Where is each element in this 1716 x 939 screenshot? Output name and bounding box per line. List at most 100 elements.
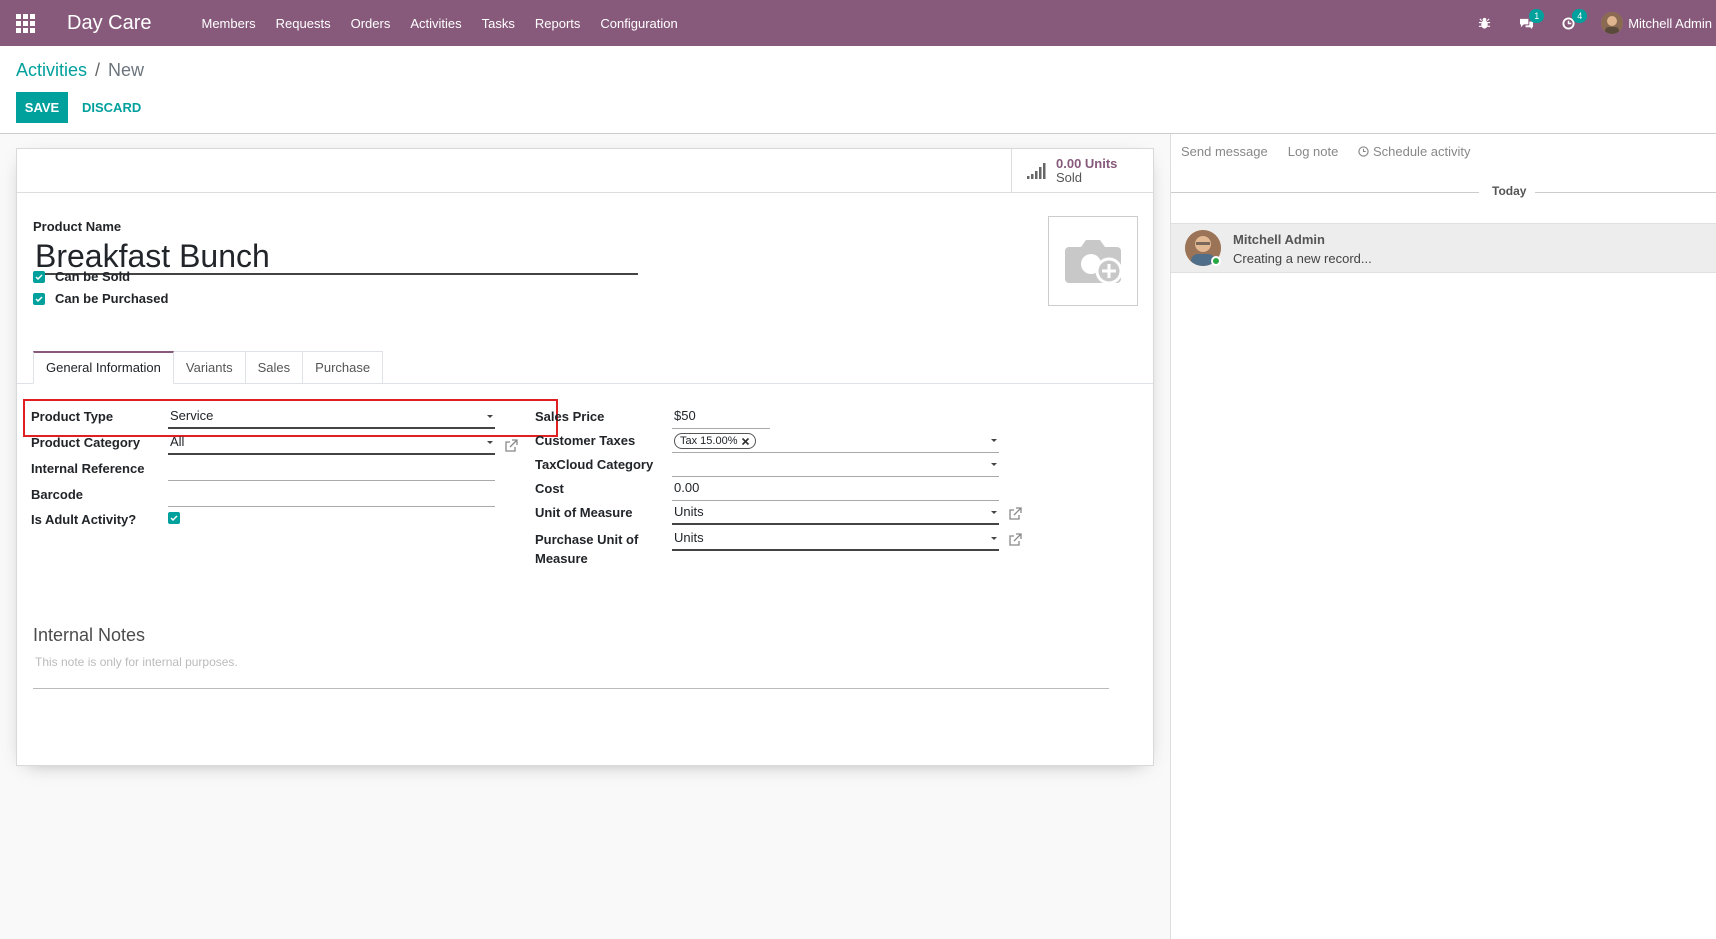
chatter-panel: Send message Log note Schedule activity … [1170, 134, 1716, 939]
product-name-label: Product Name [33, 219, 122, 234]
apps-menu-icon[interactable] [0, 0, 50, 46]
messages-badge: 1 [1529, 8, 1545, 23]
barcode-label: Barcode [31, 487, 84, 502]
chevron-down-icon [991, 511, 997, 514]
purchase-uom-label: Purchase Unit of Measure [535, 530, 638, 568]
external-link-icon[interactable] [1008, 507, 1022, 521]
schedule-activity-label: Schedule activity [1372, 144, 1471, 159]
can-be-purchased-row[interactable]: Can be Purchased [33, 291, 168, 306]
menu-reports[interactable]: Reports [525, 16, 591, 31]
tax-tag-label: Tax 15.00% [680, 435, 738, 447]
breadcrumb-activities[interactable]: Activities [16, 60, 87, 81]
form-sheet: 0.00 Units Sold Product Name Breakfast B… [16, 148, 1154, 766]
cost-label: Cost [535, 481, 564, 496]
purchase-uom-label-line2: Measure [535, 551, 588, 566]
breadcrumb-current: New [108, 60, 145, 80]
can-be-purchased-label: Can be Purchased [55, 291, 169, 306]
user-menu[interactable]: Mitchell Admin [1601, 12, 1712, 34]
internal-reference-input[interactable] [168, 457, 495, 481]
product-type-value: Service [170, 408, 214, 423]
unit-of-measure-select[interactable]: Units [672, 501, 999, 525]
remove-tag-icon[interactable] [741, 437, 750, 446]
internal-notes-input[interactable]: This note is only for internal purposes. [33, 649, 1109, 689]
menu-requests[interactable]: Requests [266, 16, 341, 31]
menu-tasks[interactable]: Tasks [472, 16, 525, 31]
schedule-activity-button[interactable]: Schedule activity [1358, 144, 1471, 159]
chevron-down-icon [487, 441, 493, 444]
message-author[interactable]: Mitchell Admin [1233, 232, 1325, 247]
menu-configuration[interactable]: Configuration [590, 16, 687, 31]
sales-price-value: 50 [681, 408, 696, 423]
customer-taxes-label: Customer Taxes [535, 433, 636, 448]
units-sold-value: 0.00 Units [1056, 156, 1118, 171]
purchase-uom-select[interactable]: Units [672, 527, 999, 551]
form-tabs: General Information Variants Sales Purch… [33, 351, 384, 384]
save-button[interactable]: SAVE [16, 92, 68, 123]
external-link-icon[interactable] [504, 439, 518, 453]
message-body: Creating a new record... [1233, 251, 1372, 266]
unit-of-measure-value: Units [674, 504, 704, 519]
cost-input[interactable]: 0.00 [672, 477, 999, 501]
send-message-button[interactable]: Send message [1181, 144, 1268, 159]
can-be-sold-label: Can be Sold [55, 269, 131, 284]
tax-tag[interactable]: Tax 15.00% [674, 433, 757, 449]
camera-add-icon [1065, 240, 1123, 285]
chevron-down-icon [991, 439, 997, 442]
internal-reference-label: Internal Reference [31, 461, 145, 476]
today-separator: Today [1171, 184, 1716, 200]
chatter-message: Mitchell Admin Creating a new record... [1171, 223, 1716, 273]
chevron-down-icon [487, 415, 493, 418]
log-note-button[interactable]: Log note [1288, 144, 1339, 159]
breadcrumb: Activities / New [16, 60, 144, 81]
barcode-input[interactable] [168, 483, 495, 507]
activity-menu[interactable]: 4 [1562, 8, 1588, 30]
product-category-select[interactable]: All [168, 431, 495, 455]
discard-button[interactable]: DISCARD [78, 92, 145, 123]
customer-taxes-input[interactable]: Tax 15.00% [672, 429, 999, 453]
can-be-sold-checkbox[interactable] [33, 270, 45, 283]
taxcloud-category-label: TaxCloud Category [535, 457, 654, 472]
is-adult-activity-label: Is Adult Activity? [31, 512, 137, 527]
product-type-label: Product Type [31, 409, 114, 424]
systray: 1 4 Mitchell Admin [1464, 0, 1712, 46]
tab-general-information[interactable]: General Information [33, 351, 174, 384]
app-brand[interactable]: Day Care [67, 12, 151, 35]
online-status-icon [1211, 256, 1221, 266]
menu-orders[interactable]: Orders [341, 16, 401, 31]
product-category-value: All [170, 434, 185, 449]
internal-notes-title: Internal Notes [33, 625, 146, 645]
sales-price-input[interactable]: $50 [672, 405, 770, 429]
main-menu: Members Requests Orders Activities Tasks… [191, 16, 687, 31]
activities-badge: 4 [1572, 8, 1588, 23]
top-navbar: Day Care Members Requests Orders Activit… [0, 0, 1716, 46]
product-category-label: Product Category [31, 435, 141, 450]
product-image-upload[interactable] [1048, 216, 1138, 306]
chatter-topbar: Send message Log note Schedule activity [1181, 144, 1471, 159]
sales-price-label: Sales Price [535, 409, 605, 424]
units-sold-label: Sold [1056, 170, 1083, 185]
clock-icon [1358, 146, 1370, 157]
debug-bug-icon[interactable] [1478, 17, 1491, 30]
can-be-purchased-checkbox[interactable] [33, 292, 45, 305]
unit-of-measure-label: Unit of Measure [535, 505, 633, 520]
breadcrumb-separator: / [95, 60, 101, 80]
tab-variants[interactable]: Variants [173, 351, 246, 384]
taxcloud-category-select[interactable] [672, 453, 999, 477]
purchase-uom-label-line1: Purchase Unit of [535, 532, 639, 547]
tab-purchase[interactable]: Purchase [303, 351, 384, 384]
external-link-icon[interactable] [1008, 533, 1022, 547]
is-adult-activity-checkbox[interactable] [168, 512, 180, 524]
product-type-select[interactable]: Service [168, 405, 495, 429]
can-be-sold-row[interactable]: Can be Sold [33, 269, 130, 284]
user-name: Mitchell Admin [1628, 15, 1712, 31]
smart-button-box: 0.00 Units Sold [17, 149, 1153, 193]
user-avatar [1601, 12, 1624, 34]
menu-members[interactable]: Members [191, 16, 265, 31]
units-sold-button[interactable]: 0.00 Units Sold [1011, 149, 1153, 193]
signal-bars-icon [1027, 163, 1046, 179]
today-label: Today [1492, 184, 1527, 198]
menu-activities[interactable]: Activities [400, 16, 471, 31]
messaging-menu[interactable]: 1 [1519, 8, 1545, 30]
tab-sales[interactable]: Sales [245, 351, 304, 384]
chevron-down-icon [991, 463, 997, 466]
